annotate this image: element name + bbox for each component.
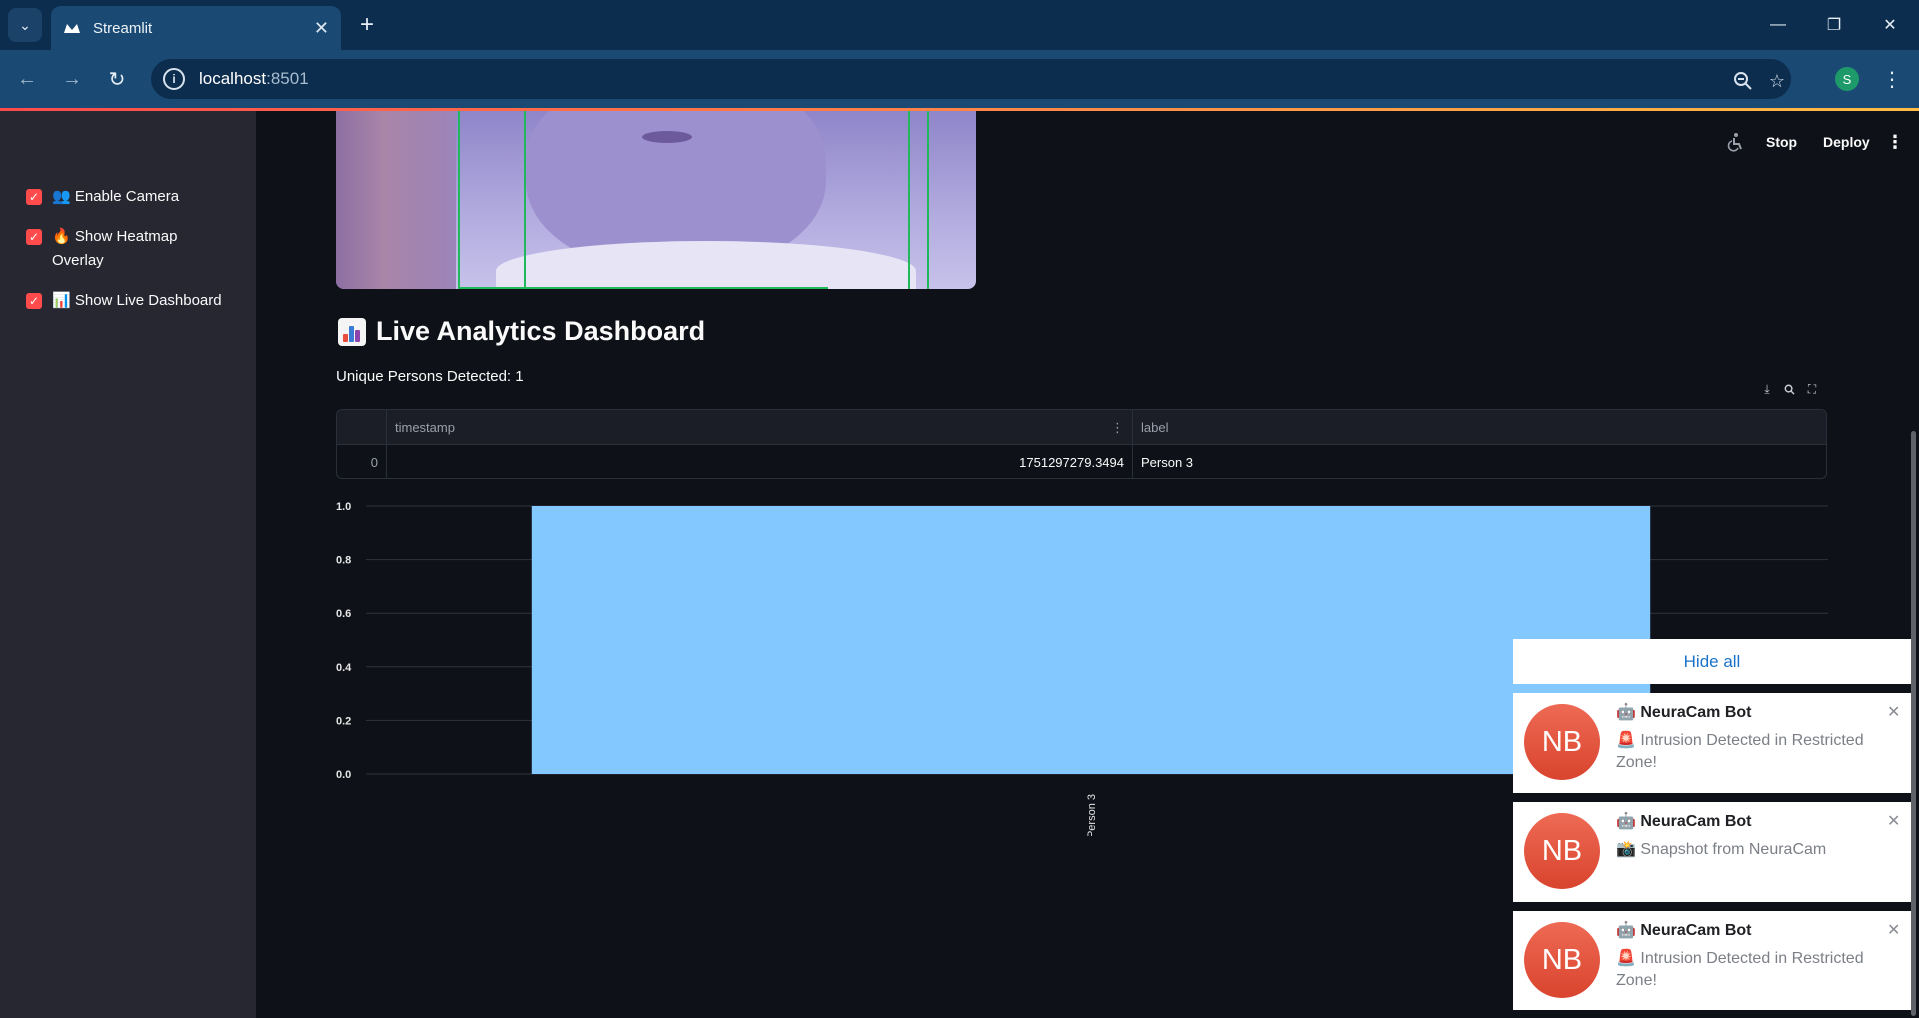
checkbox-checked-icon[interactable]: ✓ [26,189,42,205]
address-bar[interactable]: i localhost:8501 ☆ [151,59,1791,99]
y-tick-label: 0.8 [336,555,351,567]
y-tick-label: 0.0 [336,769,351,781]
table-cell-timestamp[interactable]: 1751297279.3494 [387,445,1133,478]
tab-close-icon[interactable]: ✕ [314,18,329,39]
robot-icon: 🤖 [1616,704,1636,721]
notification-close-icon[interactable]: ✕ [1887,811,1900,831]
notification-message: 🚨 Intrusion Detected in Restricted Zone! [1616,950,1864,989]
notification-sender: 🤖 NeuraCam Bot [1616,704,1752,721]
download-icon[interactable]: ⤓ [1759,381,1775,397]
new-tab-icon[interactable]: + [352,10,382,40]
notification-card[interactable]: NB 🤖 NeuraCam Bot 🚨 Intrusion Detected i… [1513,693,1911,793]
fire-icon: 🔥 [52,228,71,245]
notification-close-icon[interactable]: ✕ [1887,920,1900,940]
accessibility-icon[interactable] [1726,127,1746,157]
checkbox-checked-icon[interactable]: ✓ [26,293,42,309]
y-tick-label: 0.2 [336,715,351,727]
bar[interactable] [531,506,1651,774]
notification-card[interactable]: NB 🤖 NeuraCam Bot 🚨 Intrusion Detected i… [1513,911,1911,1010]
column-menu-icon[interactable]: ⋮ [1111,420,1124,436]
restore-icon[interactable]: ❐ [1806,0,1862,50]
search-icon[interactable] [1781,381,1797,397]
people-icon: 👥 [52,188,71,205]
show-heatmap-checkbox[interactable]: ✓ 🔥 Show Heatmap Overlay [26,225,202,273]
streamlit-favicon-icon [63,19,81,37]
y-tick-label: 0.6 [336,608,351,620]
profile-avatar[interactable]: S [1835,67,1859,91]
deploy-button[interactable]: Deploy [1823,127,1870,157]
avatar: NB [1524,704,1600,780]
robot-icon: 🤖 [1616,922,1636,939]
tab-title: Streamlit [93,19,153,37]
notification-close-icon[interactable]: ✕ [1887,702,1900,722]
enable-camera-checkbox[interactable]: ✓ 👥 Enable Camera [26,185,232,209]
forward-icon[interactable]: → [54,61,90,97]
robot-icon: 🤖 [1616,813,1636,830]
stop-button[interactable]: Stop [1766,127,1797,157]
hide-all-button[interactable]: Hide all [1513,639,1911,684]
table-cell-label[interactable]: Person 3 [1133,445,1826,478]
fullscreen-icon[interactable]: ⛶ [1804,381,1820,397]
site-info-icon[interactable]: i [163,68,185,90]
browser-menu-icon[interactable]: ⋮ [1880,64,1904,94]
browser-tab-strip: ⌄ Streamlit ✕ + — ❐ ✕ [0,0,1919,50]
camera-flash-icon: 📸 [1616,841,1636,858]
column-header-label[interactable]: label [1133,410,1826,445]
browser-toolbar: ← → ↻ i localhost:8501 ☆ S ⋮ [0,50,1919,108]
reload-icon[interactable]: ↻ [99,61,135,97]
data-table[interactable]: timestamp ⋮ label 0 1751297279.3494 Pers… [336,409,1827,479]
notification-sender: 🤖 NeuraCam Bot [1616,922,1752,939]
avatar: NB [1524,922,1600,998]
notification-card[interactable]: NB 🤖 NeuraCam Bot 📸 Snapshot from NeuraC… [1513,802,1911,902]
minimize-icon[interactable]: — [1750,0,1806,50]
zoom-icon[interactable] [1731,69,1755,93]
window-close-icon[interactable]: ✕ [1862,0,1918,50]
bar-chart-icon [338,317,366,346]
x-tick-label: Person 3 [1086,794,1098,836]
row-index: 0 [337,445,387,478]
notifications-panel: Hide all NB 🤖 NeuraCam Bot 🚨 Intrusion D… [1513,639,1911,1010]
scrollbar-thumb[interactable] [1911,431,1916,1016]
tab-search-icon[interactable]: ⌄ [8,8,42,42]
sidebar: ✓ 👥 Enable Camera ✓ 🔥 Show Heatmap Overl… [0,111,256,1018]
bookmark-star-icon[interactable]: ☆ [1765,69,1789,93]
checkbox-checked-icon[interactable]: ✓ [26,229,42,245]
notification-message: 🚨 Intrusion Detected in Restricted Zone! [1616,732,1864,771]
notification-sender: 🤖 NeuraCam Bot [1616,813,1752,830]
back-icon[interactable]: ← [9,61,45,97]
browser-tab[interactable]: Streamlit ✕ [51,6,341,50]
show-dashboard-checkbox[interactable]: ✓ 📊 Show Live Dashboard [26,289,232,313]
notification-message: 📸 Snapshot from NeuraCam [1616,841,1827,858]
y-tick-label: 1.0 [336,501,351,513]
siren-icon: 🚨 [1616,950,1636,967]
dashboard-title: Live Analytics Dashboard [338,316,705,347]
main-menu-icon[interactable]: ⋮ [1886,127,1904,157]
unique-persons-text: Unique Persons Detected: 1 [336,368,524,385]
camera-feed-image [336,111,976,289]
column-header-timestamp[interactable]: timestamp ⋮ [387,410,1133,445]
index-header [337,410,387,445]
y-tick-label: 0.4 [336,662,352,674]
url-text: localhost:8501 [199,69,309,88]
avatar: NB [1524,813,1600,889]
siren-icon: 🚨 [1616,732,1636,749]
bar-chart-icon: 📊 [52,292,71,309]
